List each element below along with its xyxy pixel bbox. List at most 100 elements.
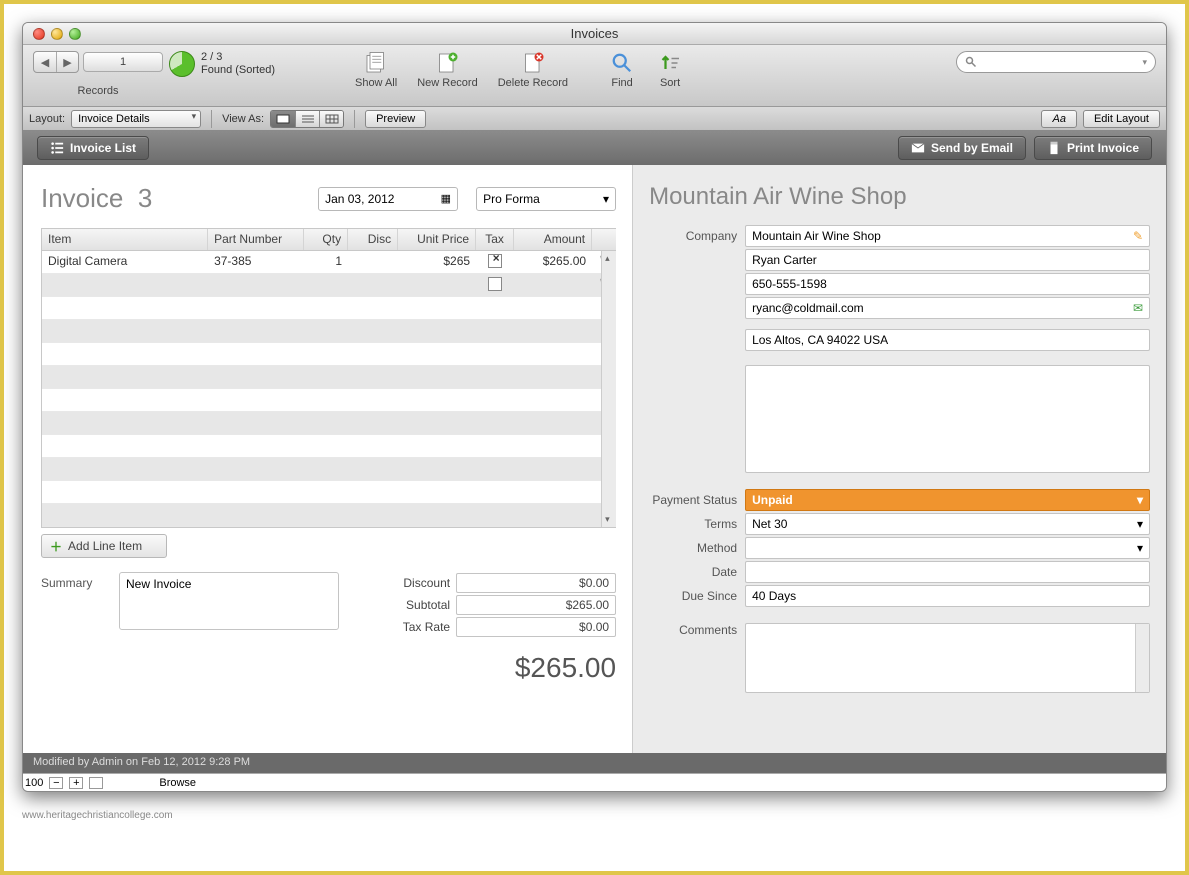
view-as-segmented[interactable] xyxy=(270,110,344,128)
preview-button[interactable]: Preview xyxy=(365,110,426,128)
sort-button[interactable]: Sort xyxy=(656,51,684,89)
subtotal-field: $265.00 xyxy=(456,595,616,615)
view-table-button[interactable] xyxy=(319,111,343,127)
phone-field[interactable]: 650-555-1598 xyxy=(745,273,1150,295)
app-window: Invoices ◀ ▶ 1 Records 2 / 3 Found (Sort… xyxy=(22,22,1167,792)
view-form-button[interactable] xyxy=(271,111,295,127)
record-nav-buttons[interactable]: ◀ ▶ xyxy=(33,51,79,73)
quick-search[interactable]: ▾ xyxy=(956,51,1156,73)
edit-icon[interactable]: ✎ xyxy=(1133,229,1143,243)
chevron-down-icon: ▾ xyxy=(1137,517,1143,531)
col-amount: Amount xyxy=(514,229,592,250)
view-list-button[interactable] xyxy=(295,111,319,127)
customer-panel: Mountain Air Wine Shop Company Mountain … xyxy=(632,165,1166,753)
zoom-box-icon[interactable] xyxy=(89,777,103,789)
search-input[interactable] xyxy=(981,56,1142,68)
plus-icon: ＋ xyxy=(50,538,62,555)
calendar-icon[interactable]: ▦ xyxy=(441,192,451,205)
summary-row: Summary New Invoice Discount$0.00 Subtot… xyxy=(41,572,632,638)
zoom-in-button[interactable]: + xyxy=(69,777,83,789)
line-items-grid: Item Part Number Qty Disc Unit Price Tax… xyxy=(41,228,616,528)
taxrate-field[interactable]: $0.00 xyxy=(456,617,616,637)
col-item: Item xyxy=(42,229,208,250)
comments-scrollbar[interactable] xyxy=(1135,624,1149,692)
find-icon xyxy=(608,51,636,75)
col-part-number: Part Number xyxy=(208,229,304,250)
invoice-list-button[interactable]: Invoice List xyxy=(37,136,149,160)
record-number-field[interactable]: 1 xyxy=(83,52,163,72)
grid-scrollbar[interactable] xyxy=(601,251,616,527)
zoom-value: 100 xyxy=(25,777,43,789)
print-invoice-button[interactable]: Print Invoice xyxy=(1034,136,1152,160)
show-all-icon xyxy=(362,51,390,75)
list-icon xyxy=(50,141,64,155)
viewas-label: View As: xyxy=(222,113,264,125)
totals-block: Discount$0.00 Subtotal$265.00 Tax Rate$0… xyxy=(386,572,616,638)
summary-field[interactable]: New Invoice xyxy=(119,572,339,630)
discount-field[interactable]: $0.00 xyxy=(456,573,616,593)
invoice-number: 3 xyxy=(138,183,152,213)
mode-label: Browse xyxy=(159,777,196,789)
content-area: Invoice 3 Jan 03, 2012 ▦ Pro Forma ▾ Ite… xyxy=(23,165,1166,753)
grid-header: Item Part Number Qty Disc Unit Price Tax… xyxy=(42,229,616,251)
payment-date-field[interactable] xyxy=(745,561,1150,583)
company-field[interactable]: Mountain Air Wine Shop✎ xyxy=(745,225,1150,247)
prev-record-button[interactable]: ◀ xyxy=(34,52,56,72)
method-select[interactable]: ▾ xyxy=(745,537,1150,559)
due-since-field: 40 Days xyxy=(745,585,1150,607)
new-record-icon xyxy=(433,51,461,75)
records-navigator: ◀ ▶ 1 Records 2 / 3 Found (Sorted) xyxy=(33,51,275,97)
terms-select[interactable]: Net 30▾ xyxy=(745,513,1150,535)
contact-field[interactable]: Ryan Carter xyxy=(745,249,1150,271)
send-email-button[interactable]: Send by Email xyxy=(898,136,1026,160)
comments-field[interactable] xyxy=(745,623,1150,693)
sort-icon xyxy=(656,51,684,75)
invoice-title: Invoice 3 xyxy=(41,183,152,214)
customer-title: Mountain Air Wine Shop xyxy=(649,183,1150,211)
line-item-row[interactable]: Digital Camera 37-385 1 $265 $265.00 🗑 xyxy=(42,251,616,274)
layout-options-row: Layout: Invoice Details View As: Preview… xyxy=(23,107,1166,131)
layout-label: Layout: xyxy=(29,113,65,125)
next-record-button[interactable]: ▶ xyxy=(56,52,78,72)
invoice-type-select[interactable]: Pro Forma ▾ xyxy=(476,187,616,211)
new-record-button[interactable]: New Record xyxy=(417,51,478,89)
zoom-bar: 100 − + Browse xyxy=(23,773,1166,791)
add-line-item-button[interactable]: ＋ Add Line Item xyxy=(41,534,167,558)
payment-status-select[interactable]: Unpaid▾ xyxy=(745,489,1150,511)
tax-checkbox[interactable] xyxy=(488,277,502,291)
delete-record-icon xyxy=(519,51,547,75)
col-disc: Disc xyxy=(348,229,398,250)
print-icon xyxy=(1047,141,1061,155)
window-title: Invoices xyxy=(23,26,1166,41)
notes-box[interactable] xyxy=(745,365,1150,473)
search-icon xyxy=(965,56,977,68)
records-label: Records xyxy=(78,85,119,97)
mail-icon[interactable]: ✉ xyxy=(1133,301,1143,315)
delete-record-button[interactable]: Delete Record xyxy=(498,51,568,89)
search-dropdown-icon[interactable]: ▾ xyxy=(1142,57,1147,68)
found-set-pie-icon[interactable] xyxy=(169,51,195,77)
tax-checkbox[interactable] xyxy=(488,254,502,268)
layout-select[interactable]: Invoice Details xyxy=(71,110,201,128)
grand-total: $265.00 xyxy=(41,652,632,684)
email-field[interactable]: ryanc@coldmail.com✉ xyxy=(745,297,1150,319)
address-field[interactable]: Los Altos, CA 94022 USA xyxy=(745,329,1150,351)
action-bar: Invoice List Send by Email Print Invoice xyxy=(23,131,1166,165)
chevron-down-icon: ▾ xyxy=(1137,541,1143,555)
find-button[interactable]: Find xyxy=(608,51,636,89)
found-status: 2 / 3 Found (Sorted) xyxy=(201,51,275,77)
col-unit-price: Unit Price xyxy=(398,229,476,250)
line-item-row[interactable]: 🗑 xyxy=(42,274,616,297)
show-all-button[interactable]: Show All xyxy=(355,51,397,89)
text-format-button[interactable]: Aa xyxy=(1041,110,1076,128)
mail-icon xyxy=(911,141,925,155)
chevron-down-icon: ▾ xyxy=(1137,493,1143,507)
edit-layout-button[interactable]: Edit Layout xyxy=(1083,110,1160,128)
zoom-out-button[interactable]: − xyxy=(49,777,63,789)
invoice-date-field[interactable]: Jan 03, 2012 ▦ xyxy=(318,187,458,211)
chevron-down-icon: ▾ xyxy=(603,192,609,206)
summary-label: Summary xyxy=(41,572,101,638)
col-tax: Tax xyxy=(476,229,514,250)
invoice-panel: Invoice 3 Jan 03, 2012 ▦ Pro Forma ▾ Ite… xyxy=(23,165,632,753)
main-toolbar: ◀ ▶ 1 Records 2 / 3 Found (Sorted) Show … xyxy=(23,45,1166,107)
